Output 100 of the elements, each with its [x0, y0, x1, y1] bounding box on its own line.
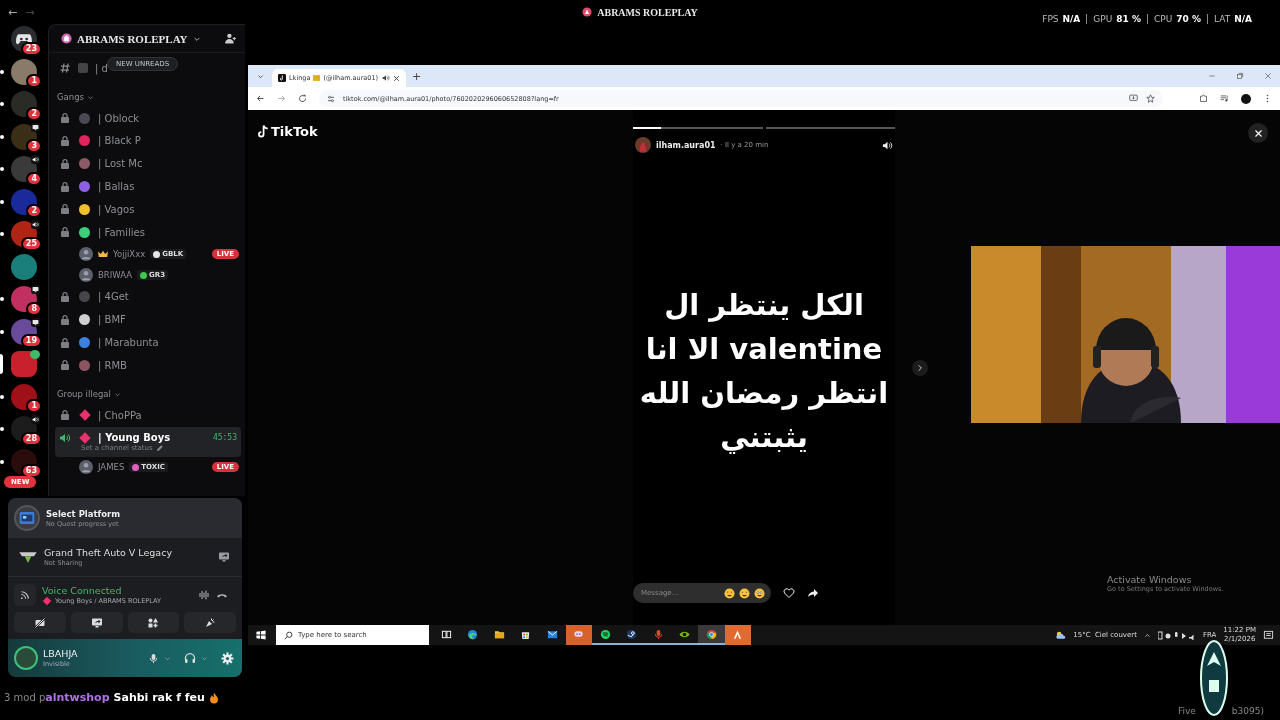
new-tab-button[interactable]: +	[412, 69, 422, 83]
console-icon	[14, 505, 40, 531]
back-icon[interactable]	[256, 94, 265, 103]
channel-name[interactable]: | RMB	[98, 359, 127, 371]
user-name[interactable]: YojjiXxx	[113, 249, 146, 260]
stat-label: FPS	[1042, 14, 1059, 24]
channel-name: | Young Boys	[98, 432, 171, 444]
server-icon[interactable]	[11, 351, 37, 378]
user-name[interactable]: JAMES	[98, 462, 125, 473]
music-app-icon	[599, 628, 611, 640]
stat-value: N/A	[1062, 14, 1081, 24]
square-icon	[78, 63, 88, 74]
share-screen-icon[interactable]	[218, 551, 230, 563]
flushed-face-icon[interactable]	[754, 587, 765, 599]
server-icon[interactable]	[11, 188, 37, 215]
category-name[interactable]: Gangs	[57, 92, 84, 103]
heart-eyes-icon[interactable]	[724, 587, 735, 599]
reload-icon[interactable]	[298, 94, 307, 103]
site-logo[interactable]: TikTok	[271, 124, 318, 139]
taskbar-button[interactable]	[565, 625, 592, 645]
add-member-icon[interactable]	[224, 32, 237, 45]
microphone-icon[interactable]	[148, 652, 159, 664]
pencil-icon[interactable]	[155, 443, 164, 452]
heart-icon[interactable]	[783, 587, 795, 599]
install-icon[interactable]	[1129, 94, 1138, 103]
settings-icon[interactable]	[221, 651, 234, 665]
notifications-icon[interactable]	[1263, 629, 1274, 641]
voice-status: Voice Connected	[42, 584, 123, 596]
start-icon[interactable]	[256, 630, 266, 640]
avatar	[79, 247, 93, 262]
speaker-icon	[59, 431, 71, 444]
status-text: b3095)	[1231, 706, 1264, 716]
share-screen-icon	[90, 616, 103, 629]
soundboard-icon	[204, 616, 217, 629]
extensions-icon[interactable]	[1199, 94, 1208, 103]
game-title: Grand Theft Auto V Legacy	[44, 547, 172, 558]
media-icon[interactable]	[1220, 94, 1229, 103]
server-icon[interactable]	[11, 58, 37, 85]
next-button[interactable]	[912, 360, 928, 376]
stat-value: N/A	[1234, 14, 1252, 24]
channel-name[interactable]: | 4Get	[98, 291, 129, 303]
chevron-up-icon[interactable]	[1143, 631, 1151, 639]
status-text: Five	[1177, 706, 1196, 716]
call-control-button[interactable]	[70, 612, 123, 633]
channel-name[interactable]: | Oblock	[98, 112, 139, 124]
avatar	[79, 268, 93, 283]
taskbar-button[interactable]	[724, 625, 751, 645]
call-control-button[interactable]	[14, 612, 66, 633]
channel-name[interactable]: | Marabunta	[98, 337, 159, 349]
avatar	[79, 460, 93, 475]
soundboard-icon[interactable]	[198, 588, 210, 601]
server-icon[interactable]	[11, 448, 37, 475]
server-icon[interactable]	[11, 91, 37, 118]
lock-icon	[59, 359, 71, 372]
browser-icon	[705, 628, 717, 640]
call-control-button[interactable]	[127, 612, 180, 633]
close-button[interactable]	[1248, 123, 1268, 143]
channel-name[interactable]: | BMF	[98, 314, 126, 326]
lock-icon	[59, 336, 71, 349]
stat-value: 81 %	[1116, 14, 1141, 24]
author-name[interactable]: ilham.aura01	[656, 140, 716, 150]
channel-name[interactable]: | Families	[98, 226, 145, 238]
mail-icon	[546, 628, 558, 640]
headphones-icon[interactable]	[184, 652, 196, 664]
channel-name[interactable]: | Lost Mc	[98, 158, 143, 170]
server-icon[interactable]	[11, 26, 37, 53]
laughing-face-icon[interactable]	[739, 587, 750, 599]
channel-name[interactable]: | Vagos	[98, 203, 135, 215]
back-button[interactable]: ←	[8, 5, 18, 19]
channel-name[interactable]: | d	[95, 62, 108, 74]
restore-icon[interactable]	[1236, 72, 1244, 80]
lock-icon	[59, 180, 71, 193]
music-note-icon	[257, 124, 269, 139]
lock-icon	[59, 313, 71, 326]
profile-avatar[interactable]	[1241, 93, 1251, 104]
lock-icon	[59, 409, 71, 422]
channel-name[interactable]: | ChoPPa	[98, 409, 142, 421]
category-name[interactable]: Group illegal	[57, 389, 111, 400]
speaker-icon[interactable]	[382, 74, 390, 82]
quest-title: Select Platform	[46, 508, 121, 519]
close-icon[interactable]	[393, 74, 400, 82]
taskbar-button[interactable]	[698, 625, 725, 645]
lock-icon	[59, 112, 71, 125]
task-view-icon	[440, 628, 452, 640]
tray-icons[interactable]	[1157, 630, 1196, 640]
share-icon[interactable]	[807, 587, 819, 599]
user-name[interactable]: BRIWAA	[98, 270, 133, 281]
server-logo-icon	[582, 7, 593, 17]
lock-icon	[59, 290, 71, 303]
star-icon[interactable]	[1146, 94, 1155, 103]
speaker-icon[interactable]	[882, 139, 893, 151]
weather-icon[interactable]	[1055, 630, 1067, 640]
channel-name[interactable]: | Ballas	[98, 181, 135, 193]
server-icon[interactable]	[11, 383, 37, 410]
chevron-right-icon	[916, 364, 924, 372]
chat-bubble-icon	[573, 628, 585, 640]
square-icon	[313, 75, 321, 81]
channel-name[interactable]: | Black P	[98, 135, 141, 147]
server-name[interactable]: ABRAMS ROLEPLAY	[77, 32, 188, 45]
close-icon	[1253, 128, 1263, 138]
